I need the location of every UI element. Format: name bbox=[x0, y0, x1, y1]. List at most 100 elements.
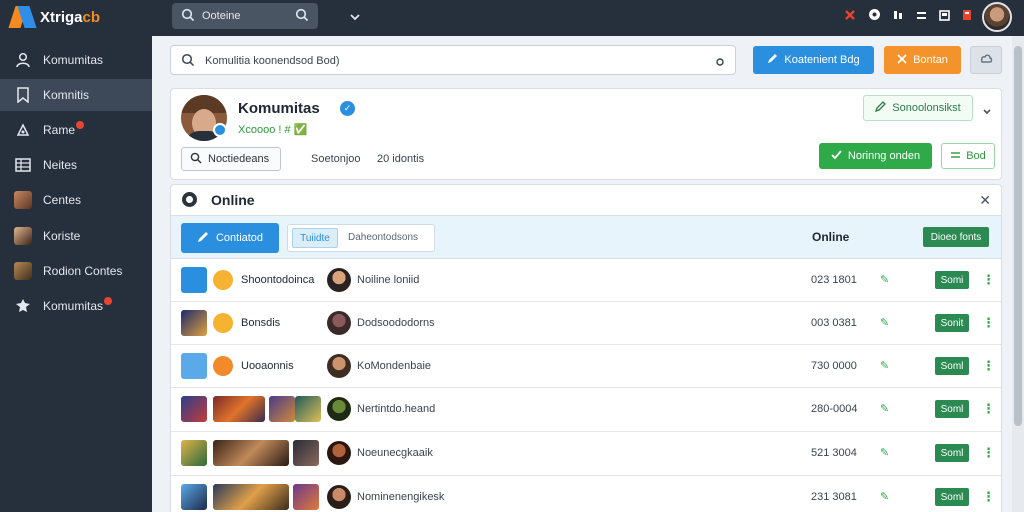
user-icon bbox=[14, 51, 32, 69]
row-title: Bonsdis bbox=[241, 317, 281, 329]
sidebar-item-komumitas[interactable]: Komumitas bbox=[0, 44, 152, 76]
top-search-box[interactable]: Ooteine bbox=[172, 3, 318, 29]
row-number: 730 0000 bbox=[811, 360, 857, 372]
app-logo[interactable]: Xtrigacb bbox=[8, 6, 100, 28]
sidebar-item-label: Neites bbox=[43, 158, 78, 172]
tab-other[interactable]: Daheontodsons bbox=[348, 232, 418, 243]
avatar-thumb bbox=[14, 191, 32, 209]
profile-select-label: Sonoolonsikst bbox=[892, 102, 961, 114]
top-icon-group bbox=[844, 8, 972, 26]
verified-icon: ✓ bbox=[340, 101, 355, 116]
edit-icon[interactable]: ✎ bbox=[880, 490, 889, 503]
row-badge[interactable]: Somi bbox=[935, 271, 969, 289]
table-row[interactable]: Bonsdis Dodsoododorns 003 0381 ✎ Sonit ⋮ bbox=[171, 302, 1001, 345]
profile-meta-1: Soetonjoo bbox=[311, 153, 361, 165]
avatar-thumb bbox=[14, 262, 32, 280]
search-submit-icon[interactable] bbox=[295, 8, 309, 27]
panel-toolbar: Contiatod Tuiidte Daheontodsons Online D… bbox=[171, 215, 1001, 259]
edit-icon[interactable]: ✎ bbox=[880, 446, 889, 459]
bookmark-icon[interactable] bbox=[962, 8, 972, 26]
row-badge[interactable]: Sonit bbox=[935, 314, 969, 332]
sidebar-item-rame[interactable]: Rame bbox=[0, 114, 152, 146]
outline-label: Bod bbox=[966, 150, 986, 162]
sidebar-item-koriste[interactable]: Koriste bbox=[0, 220, 152, 252]
row-badge[interactable]: Soml bbox=[935, 400, 969, 418]
edit-icon[interactable]: ✎ bbox=[880, 273, 889, 286]
puzzle-icon bbox=[181, 353, 207, 379]
sidebar-item-label: Koriste bbox=[43, 229, 81, 243]
sidebar-item-centes[interactable]: Centes bbox=[0, 184, 152, 216]
clear-icon[interactable] bbox=[715, 54, 725, 72]
main-search-input[interactable]: Komulitia koonendsod Bod) bbox=[170, 45, 736, 75]
x-icon bbox=[897, 53, 907, 67]
music-icon[interactable] bbox=[893, 8, 904, 26]
row-number: 003 0381 bbox=[811, 317, 857, 329]
game-thumb bbox=[295, 396, 321, 422]
sidebar-item-komnitis[interactable]: Komnitis bbox=[0, 79, 152, 111]
row-avatar bbox=[327, 397, 351, 421]
edit-icon[interactable]: ✎ bbox=[880, 402, 889, 415]
sidebar-item-neites[interactable]: Neites bbox=[0, 149, 152, 181]
row-badge[interactable]: Soml bbox=[935, 357, 969, 375]
online-badge[interactable]: Dioeo fonts bbox=[923, 227, 989, 247]
more-icon[interactable]: ⋮ bbox=[982, 358, 995, 374]
more-icon[interactable]: ⋮ bbox=[982, 315, 995, 331]
table-row[interactable]: Noeunecgkaaik 521 3004 ✎ Soml ⋮ bbox=[171, 432, 1001, 476]
cloud-icon bbox=[979, 53, 993, 67]
panel-header: Online ✕ bbox=[171, 185, 1001, 215]
table-row[interactable]: Shoontodoinca Noiline loniid 023 1801 ✎ … bbox=[171, 259, 1001, 302]
sidebar-item-rodion-contes[interactable]: Rodion Contes bbox=[0, 255, 152, 287]
user-avatar[interactable] bbox=[982, 2, 1012, 32]
search-icon bbox=[181, 53, 195, 72]
more-icon[interactable]: ⋮ bbox=[982, 272, 995, 288]
compass-icon[interactable] bbox=[868, 8, 881, 26]
profile-select[interactable]: Sonoolonsikst bbox=[863, 95, 973, 121]
palette-icon bbox=[14, 121, 32, 139]
game-thumb bbox=[181, 396, 207, 422]
row-avatar bbox=[327, 268, 351, 292]
more-icon[interactable]: ⋮ bbox=[982, 445, 995, 461]
table-row[interactable]: Nominenengikesk 231 3081 ✎ Soml ⋮ bbox=[171, 476, 1001, 512]
more-icon[interactable]: ⋮ bbox=[982, 489, 995, 505]
table-row[interactable]: Nertintdo.heand 280-0004 ✎ Soml ⋮ bbox=[171, 388, 1001, 432]
row-avatar bbox=[327, 441, 351, 465]
follow-button[interactable]: Norinng onden bbox=[819, 143, 932, 169]
online-icon bbox=[182, 192, 197, 207]
list-icon[interactable] bbox=[916, 8, 927, 26]
profile-action-button[interactable]: Noctiedeans bbox=[181, 147, 281, 171]
chevron-down-icon[interactable] bbox=[349, 9, 361, 27]
sidebar: Komumitas Komnitis Rame Neites Centes Ko… bbox=[0, 36, 152, 512]
row-badge[interactable]: Soml bbox=[935, 488, 969, 506]
edit-icon[interactable]: ✎ bbox=[880, 359, 889, 372]
more-options-button[interactable] bbox=[970, 46, 1002, 74]
profile-subtitle: Xcoooo ! # ✅ bbox=[238, 124, 308, 136]
scrollbar[interactable] bbox=[1012, 36, 1024, 512]
sidebar-item-komumitas-2[interactable]: Komumitas bbox=[0, 290, 152, 322]
online-panel: Online ✕ Contiatod Tuiidte Daheontodsons… bbox=[170, 184, 1002, 512]
bookmark-icon bbox=[14, 86, 32, 104]
online-badge-icon bbox=[213, 123, 227, 137]
arrows-icon bbox=[950, 150, 961, 163]
avatar-thumb bbox=[14, 227, 32, 245]
row-number: 023 1801 bbox=[811, 274, 857, 286]
chevron-down-icon[interactable] bbox=[982, 103, 992, 121]
row-user: Nertintdo.heand bbox=[357, 403, 436, 415]
scrollbar-thumb[interactable] bbox=[1014, 46, 1022, 426]
logo-mark-icon bbox=[8, 6, 37, 28]
notification-dot bbox=[104, 297, 113, 305]
search-icon bbox=[190, 152, 202, 167]
pencil-icon bbox=[767, 53, 778, 67]
close-icon[interactable]: ✕ bbox=[979, 192, 991, 209]
outline-button[interactable]: Bod bbox=[941, 143, 995, 169]
edit-icon[interactable]: ✎ bbox=[880, 316, 889, 329]
compose-button[interactable]: Contiatod bbox=[181, 223, 279, 253]
primary-action-button[interactable]: Koatenient Bdg bbox=[753, 46, 874, 74]
more-icon[interactable]: ⋮ bbox=[982, 401, 995, 417]
row-badge[interactable]: Soml bbox=[935, 444, 969, 462]
table-row[interactable]: Uooaonnis KoMondenbaie 730 0000 ✎ Soml ⋮ bbox=[171, 345, 1001, 388]
x-icon[interactable] bbox=[844, 8, 856, 26]
primary-action-label: Koatenient Bdg bbox=[784, 54, 860, 66]
tab-active[interactable]: Tuiidte bbox=[292, 228, 338, 248]
secondary-action-button[interactable]: Bontan bbox=[884, 46, 961, 74]
image-icon[interactable] bbox=[939, 8, 950, 26]
